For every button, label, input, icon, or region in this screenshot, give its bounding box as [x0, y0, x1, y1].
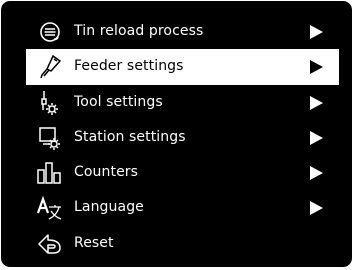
language-icon [37, 195, 63, 221]
menu-item-reset[interactable]: Reset [1, 226, 352, 261]
submenu-arrow-icon [310, 25, 323, 39]
menu-item-tin-reload-process[interactable]: Tin reload process [1, 14, 352, 49]
menu-item-tool-settings[interactable]: Tool settings [1, 85, 352, 120]
menu-item-label: Language [74, 199, 144, 216]
menu-item-label: Tool settings [74, 93, 163, 110]
menu-item-feeder-settings[interactable]: Feeder settings [26, 49, 339, 85]
submenu-arrow-icon [310, 201, 323, 216]
menu-screen: Tin reload process Feeder settings Tool … [1, 1, 352, 267]
tool-settings-icon [37, 90, 63, 116]
menu-item-label: Station settings [74, 128, 186, 145]
menu-item-label: Tin reload process [74, 23, 204, 39]
menu-item-label: Feeder settings [74, 58, 184, 75]
menu-item-label: Reset [74, 234, 114, 251]
menu-item-station-settings[interactable]: Station settings [1, 120, 352, 155]
menu-item-label: Counters [74, 164, 139, 181]
submenu-arrow-icon [310, 166, 323, 181]
reset-icon [37, 231, 63, 257]
settings-menu: Tin reload process Feeder settings Tool … [1, 14, 352, 261]
submenu-arrow-icon [310, 95, 323, 110]
counters-icon [37, 160, 63, 186]
submenu-arrow-icon [310, 60, 323, 75]
menu-item-counters[interactable]: Counters [1, 155, 352, 190]
submenu-arrow-icon [310, 130, 323, 145]
feeder-icon [37, 54, 63, 80]
station-settings-icon [37, 125, 63, 151]
menu-item-language[interactable]: Language [1, 190, 352, 225]
tin-reel-icon [37, 19, 63, 45]
